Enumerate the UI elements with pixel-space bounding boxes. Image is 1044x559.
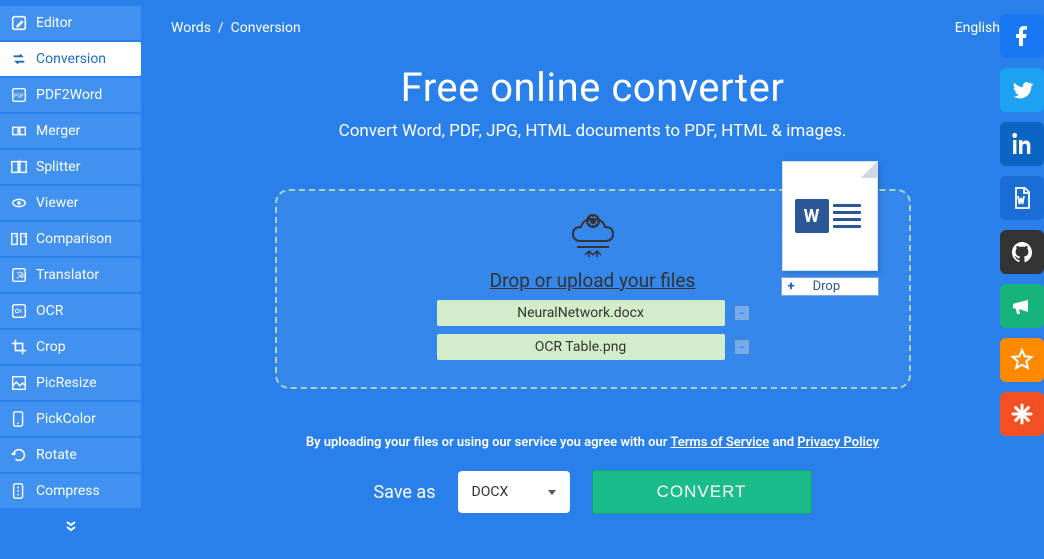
- sidebar-item-compress[interactable]: Compress: [0, 474, 141, 508]
- drop-hint: + Drop: [781, 277, 879, 296]
- sidebar-item-picresize[interactable]: PicResize: [0, 366, 141, 400]
- sidebar-item-label: Conversion: [36, 51, 106, 67]
- breadcrumb: Words / Conversion: [171, 20, 301, 36]
- sidebar-item-pickcolor[interactable]: PickColor: [0, 402, 141, 436]
- splitter-icon: [10, 158, 28, 176]
- uploaded-file: OCR Table.png: [437, 334, 725, 360]
- sidebar-item-editor[interactable]: Editor: [0, 6, 141, 40]
- megaphone-icon[interactable]: [1000, 284, 1044, 328]
- sidebar-item-label: Editor: [36, 15, 72, 31]
- twitter-icon[interactable]: [1000, 68, 1044, 112]
- page-subtitle: Convert Word, PDF, JPG, HTML documents t…: [339, 121, 847, 141]
- format-value: DOCX: [472, 484, 509, 500]
- language-label: English: [955, 20, 1000, 36]
- rotate-icon: [10, 446, 28, 464]
- format-select[interactable]: DOCX: [458, 471, 570, 513]
- breadcrumb-sep: /: [214, 20, 230, 36]
- word-document-icon: W: [782, 161, 878, 271]
- linkedin-icon[interactable]: [1000, 122, 1044, 166]
- comparison-icon: [10, 230, 28, 248]
- sidebar-item-comparison[interactable]: Comparison: [0, 222, 141, 256]
- sidebar-item-viewer[interactable]: Viewer: [0, 186, 141, 220]
- conversion-icon: [10, 50, 28, 68]
- github-icon[interactable]: [1000, 230, 1044, 274]
- breadcrumb-current[interactable]: Conversion: [231, 20, 301, 36]
- drop-hint-label: Drop: [813, 279, 841, 294]
- sidebar-item-label: Merger: [36, 123, 80, 139]
- file-dropzone[interactable]: Drop or upload your files NeuralNetwork.…: [275, 189, 911, 389]
- page-title: Free online converter: [401, 64, 785, 111]
- pickcolor-icon: [10, 410, 28, 428]
- sidebar-item-splitter[interactable]: Splitter: [0, 150, 141, 184]
- sidebar-item-crop[interactable]: Crop: [0, 330, 141, 364]
- picresize-icon: [10, 374, 28, 392]
- sidebar-item-label: PickColor: [36, 411, 96, 427]
- sidebar-item-label: OCR: [36, 303, 63, 319]
- remove-file-button[interactable]: −: [735, 340, 749, 354]
- sidebar-item-label: Translator: [36, 267, 99, 283]
- sidebar-item-label: Viewer: [36, 195, 78, 211]
- sidebar-item-translator[interactable]: 文A Translator: [0, 258, 141, 292]
- sidebar-item-label: Crop: [36, 339, 66, 355]
- sidebar-expand-toggle[interactable]: [0, 512, 141, 543]
- save-as-label: Save as: [373, 482, 435, 503]
- facebook-icon[interactable]: [1000, 14, 1044, 58]
- sidebar-item-pdf2word[interactable]: PDF PDF2Word: [0, 78, 141, 112]
- crop-icon: [10, 338, 28, 356]
- terms-prefix: By uploading your files or using our ser…: [306, 435, 671, 450]
- sidebar-item-merger[interactable]: Merger: [0, 114, 141, 148]
- sidebar-item-label: PicResize: [36, 375, 97, 391]
- sidebar-item-label: PDF2Word: [36, 87, 102, 103]
- uploaded-file: NeuralNetwork.docx: [437, 300, 725, 326]
- terms-notice: By uploading your files or using our ser…: [306, 435, 879, 450]
- star-icon[interactable]: [1000, 338, 1044, 382]
- sidebar-item-label: Comparison: [36, 231, 112, 247]
- upload-prompt[interactable]: Drop or upload your files: [490, 269, 696, 292]
- terms-link[interactable]: Terms of Service: [670, 435, 769, 450]
- viewer-icon: [10, 194, 28, 212]
- file-row: OCR Table.png−: [437, 334, 749, 360]
- sidebar-item-rotate[interactable]: Rotate: [0, 438, 141, 472]
- topbar: Words / Conversion English: [171, 20, 1014, 36]
- privacy-link[interactable]: Privacy Policy: [797, 435, 879, 450]
- sidebar: Editor Conversion PDF PDF2Word Merger Splitte…: [0, 0, 141, 559]
- file-row: NeuralNetwork.docx−: [437, 300, 749, 326]
- sidebar-item-label: Rotate: [36, 447, 77, 463]
- remove-file-button[interactable]: −: [735, 306, 749, 320]
- word-icon[interactable]: [1000, 176, 1044, 220]
- sidebar-item-label: Compress: [36, 483, 100, 499]
- plus-icon: +: [788, 279, 795, 294]
- sidebar-item-ocr[interactable]: OCR: [0, 294, 141, 328]
- chevron-double-down-icon: [64, 519, 78, 533]
- drag-preview: W + Drop: [781, 161, 879, 296]
- merger-icon: [10, 122, 28, 140]
- editor-icon: [10, 14, 28, 32]
- terms-mid: and: [769, 435, 797, 450]
- controls: Save as DOCX CONVERT: [373, 470, 811, 514]
- sidebar-item-label: Splitter: [36, 159, 80, 175]
- breadcrumb-root[interactable]: Words: [171, 20, 211, 36]
- sidebar-item-conversion[interactable]: Conversion: [0, 42, 141, 76]
- chevron-down-icon: [548, 490, 556, 495]
- ocr-icon: [10, 302, 28, 320]
- compress-icon: [10, 482, 28, 500]
- asterisk-icon[interactable]: [1000, 392, 1044, 436]
- word-badge: W: [795, 199, 829, 233]
- social-rail: [1000, 14, 1044, 436]
- translator-icon: 文A: [10, 266, 28, 284]
- pdf-icon: PDF: [10, 86, 28, 104]
- svg-text:PDF: PDF: [14, 94, 24, 100]
- upload-cloud-icon: [563, 211, 623, 263]
- convert-button[interactable]: CONVERT: [592, 470, 812, 514]
- main-content: Words / Conversion English Free online c…: [141, 0, 1044, 559]
